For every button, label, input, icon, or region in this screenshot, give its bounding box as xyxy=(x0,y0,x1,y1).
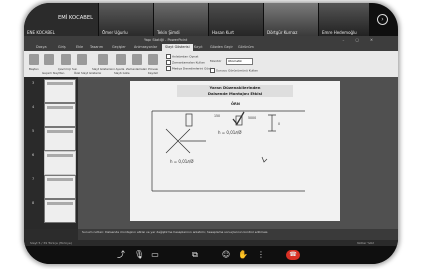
slide-editor: Yaran Düzenakilerinden Dalsende Montajın… xyxy=(78,77,398,229)
participant-tile-5[interactable]: Dörtgür Kurnaz xyxy=(264,3,318,36)
participant-caption: Ömer Uğurlu xyxy=(102,30,128,35)
option-use-timings[interactable]: Zamanlamaları Kullan xyxy=(166,60,205,65)
video-off-icon[interactable]: ▭ xyxy=(150,250,160,260)
participant-tile-2[interactable]: Ömer Uğurlu xyxy=(99,3,153,36)
slide-thumbnail[interactable] xyxy=(44,79,76,103)
slide-thumbnail[interactable] xyxy=(44,175,76,199)
hide-slide-label: Slaytı Gizle xyxy=(114,71,130,75)
tab-design[interactable]: Tasarım xyxy=(90,44,103,51)
arrow-icon[interactable]: ⤴ xyxy=(116,250,126,260)
participant-caption: Hasan Kurt xyxy=(212,30,234,35)
thumbnail-title xyxy=(47,202,73,205)
current-slide[interactable]: Yaran Düzenakilerinden Dalsende Montajın… xyxy=(130,81,340,221)
annotation-top: 150 xyxy=(214,114,220,118)
tab-insert[interactable]: Ekle xyxy=(76,44,83,51)
meeting-window: EMİ KOCABEL ENE KOCABEL Ömer Uğurlu Teki… xyxy=(24,3,398,264)
checkbox-icon[interactable] xyxy=(166,66,171,71)
hide-slide-button[interactable] xyxy=(116,54,126,65)
slide-thumbnail-selected[interactable] xyxy=(44,151,76,175)
annotation-right: h = 0,01ℓ/Ø xyxy=(218,130,241,135)
end-call-icon[interactable]: ☎ xyxy=(286,250,300,260)
share-screen-icon[interactable]: ⧉ xyxy=(190,250,200,260)
tab-home[interactable]: Giriş xyxy=(58,44,66,51)
participant-caption: Tekin Şimdi xyxy=(157,30,180,35)
app-title: Yapı Statiği - PowerPoint xyxy=(144,38,188,42)
thumbnail-title xyxy=(47,130,73,133)
option-label: Medya Denetimlerini Göster xyxy=(172,66,215,71)
hand-icon[interactable]: ✋ xyxy=(238,250,248,260)
slide-thumbnail[interactable] xyxy=(44,127,76,151)
setup-show-button[interactable] xyxy=(98,54,108,65)
checkbox-icon[interactable] xyxy=(166,60,171,65)
slide-thumbnails: 3 4 5 6 7 8 xyxy=(24,77,78,229)
from-current-button[interactable] xyxy=(44,54,54,65)
custom-show-button[interactable] xyxy=(77,54,87,65)
participant-tile-4[interactable]: Hasan Kurt xyxy=(209,3,263,36)
present-online-button[interactable] xyxy=(61,54,71,65)
slide-number: 6 xyxy=(32,153,35,157)
monitor-label: Monitör xyxy=(210,59,222,63)
option-label: Zamanlamaları Kullan xyxy=(172,60,205,65)
record-button[interactable] xyxy=(148,54,158,65)
slide-number: 4 xyxy=(32,105,35,109)
mic-off-icon[interactable]: 🎙 xyxy=(134,250,144,260)
tab-transitions[interactable]: Geçişler xyxy=(112,44,126,51)
chevron-right-icon[interactable]: › xyxy=(377,14,388,25)
slide-number: 5 xyxy=(32,129,35,133)
structure-drawing: h = 0,01ℓ/Ø h = 0,01ℓ/Ø 150 5000 0 xyxy=(151,110,305,192)
ribbon-tabs: Dosya Giriş Ekle Tasarım Geçişler Animas… xyxy=(24,44,398,51)
app-titlebar: Yapı Statiği - PowerPoint – ▢ ✕ xyxy=(24,36,398,44)
column-left xyxy=(185,113,193,127)
participant-tile-6[interactable]: Emre Hedemoğlu xyxy=(319,3,369,36)
annotation-top-2: 5000 xyxy=(248,116,256,120)
participant-tile-1[interactable]: EMİ KOCABEL ENE KOCABEL xyxy=(24,3,98,36)
emoji-icon[interactable]: ☺ xyxy=(221,250,231,260)
thumbnail-title xyxy=(47,154,73,157)
slide-number: 7 xyxy=(32,177,35,181)
option-label: Sunucu Görünümünü Kullan xyxy=(216,68,258,73)
thumbnail-title xyxy=(47,106,73,109)
annotation-left: h = 0,01ℓ/Ø xyxy=(170,159,193,164)
participant-name: EMİ KOCABEL xyxy=(58,15,94,21)
option-play-narrations[interactable]: Anlatımları Oynat xyxy=(166,54,198,59)
tab-file[interactable]: Dosya xyxy=(36,44,47,51)
participant-caption: Emre Hedemoğlu xyxy=(322,30,357,35)
participant-caption: ENE KOCABEL xyxy=(27,30,55,35)
checkbox-icon[interactable] xyxy=(166,54,171,59)
slide-number: 3 xyxy=(32,81,35,85)
tab-review[interactable]: Gözden Geçir xyxy=(210,44,233,51)
meeting-controls: ⤴ 🎙 ▭ ⧉ ☺ ✋ ⋮ ☎ xyxy=(24,246,398,264)
from-beginning-button[interactable] xyxy=(29,54,39,65)
rehearse-button[interactable] xyxy=(132,54,142,65)
annotation-side: 0 xyxy=(278,122,280,126)
tab-slideshow[interactable]: Slayt Gösterisi xyxy=(162,44,193,51)
participant-caption: Dörtgür Kurnaz xyxy=(267,30,298,35)
window-controls[interactable]: – ▢ ✕ xyxy=(343,36,379,44)
speaker-notes[interactable]: Sunum notları: Dalsende montajının etkis… xyxy=(78,229,398,240)
monitor-select[interactable]: Otomatik xyxy=(226,58,253,65)
from-beginning-label: Baştan xyxy=(29,67,39,71)
checkmark-icon xyxy=(232,111,245,126)
record-label: Kaydet xyxy=(148,71,158,75)
tab-view[interactable]: Görünüm xyxy=(238,44,254,51)
more-icon[interactable]: ⋮ xyxy=(256,250,266,260)
custom-show-label: Özel Slayt Gösterisi xyxy=(74,71,102,75)
slide-thumbnail[interactable] xyxy=(44,199,76,223)
participant-tile-3[interactable]: Tekin Şimdi xyxy=(154,3,208,36)
option-presenter-view[interactable]: Sunucu Görünümünü Kullan xyxy=(210,68,258,73)
ribbon: Baştan Geçerli Slayttan Çevrimiçi Sun Öz… xyxy=(24,51,398,77)
shared-screen: Yapı Statiği - PowerPoint – ▢ ✕ Dosya Gi… xyxy=(24,36,398,246)
from-current-label: Geçerli Slayttan xyxy=(42,71,65,75)
option-label: Anlatımları Oynat xyxy=(172,54,199,59)
thumbnail-title xyxy=(47,82,73,85)
slide-thumbnail[interactable] xyxy=(44,103,76,127)
tab-animations[interactable]: Animasyonlar xyxy=(134,44,157,51)
tab-record[interactable]: Kayıt xyxy=(194,44,203,51)
slide-number: 8 xyxy=(32,201,35,205)
arrow-mark xyxy=(261,156,268,163)
thumbnail-title xyxy=(47,178,73,181)
option-media-controls[interactable]: Medya Denetimlerini Göster xyxy=(166,66,214,71)
checkbox-icon[interactable] xyxy=(210,68,215,73)
